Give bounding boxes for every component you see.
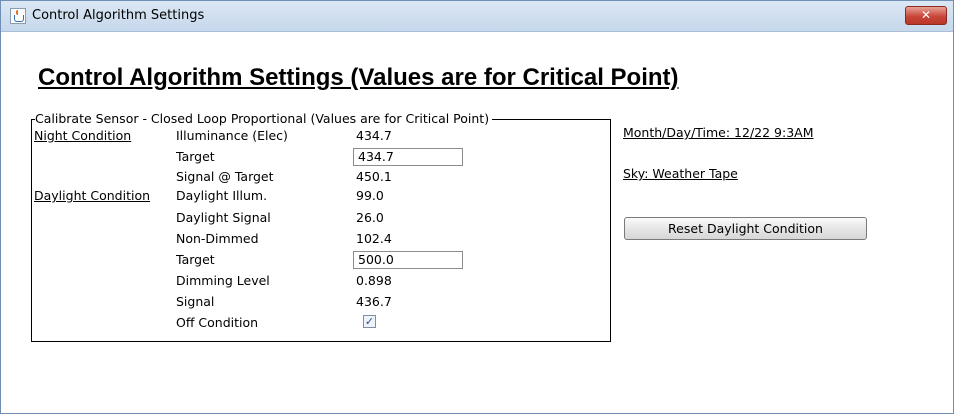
signal-value: 436.7 xyxy=(356,294,392,309)
daylight-signal-value: 26.0 xyxy=(356,210,384,225)
night-target-label: Target xyxy=(176,149,215,164)
night-condition-link[interactable]: Night Condition xyxy=(34,128,131,143)
off-condition-label: Off Condition xyxy=(176,315,259,330)
dimming-level-label: Dimming Level xyxy=(176,273,270,288)
illuminance-elec-label: Illuminance (Elec) xyxy=(176,128,288,143)
calibrate-sensor-group: Calibrate Sensor - Closed Loop Proportio… xyxy=(31,111,611,342)
night-target-input[interactable]: 434.7 xyxy=(353,148,463,166)
daylight-condition-link[interactable]: Daylight Condition xyxy=(34,188,150,203)
close-button[interactable]: ✕ xyxy=(905,6,947,25)
illuminance-elec-value: 434.7 xyxy=(356,128,392,143)
dimming-level-value: 0.898 xyxy=(356,273,392,288)
signal-label: Signal xyxy=(176,294,215,309)
window-title: Control Algorithm Settings xyxy=(32,8,205,23)
month-day-time-link[interactable]: Month/Day/Time: 12/22 9:3AM xyxy=(623,125,814,140)
non-dimmed-label: Non-Dimmed xyxy=(176,231,259,246)
sky-link[interactable]: Sky: Weather Tape xyxy=(623,166,738,181)
reset-daylight-condition-button[interactable]: Reset Daylight Condition xyxy=(624,217,867,240)
title-bar[interactable]: Control Algorithm Settings ✕ xyxy=(1,1,953,32)
non-dimmed-value: 102.4 xyxy=(356,231,392,246)
group-legend: Calibrate Sensor - Closed Loop Proportio… xyxy=(35,111,493,126)
daylight-illum-value: 99.0 xyxy=(356,188,384,203)
daylight-signal-label: Daylight Signal xyxy=(176,210,271,225)
signal-at-target-value: 450.1 xyxy=(356,169,392,184)
dialog-window: Control Algorithm Settings ✕ Control Alg… xyxy=(0,0,954,414)
off-condition-checkbox[interactable]: ✓ xyxy=(363,315,376,328)
signal-at-target-label: Signal @ Target xyxy=(176,169,274,184)
daylight-illum-label: Daylight Illum. xyxy=(176,188,268,203)
daylight-target-label: Target xyxy=(176,252,215,267)
daylight-target-input[interactable]: 500.0 xyxy=(353,251,463,269)
page-title: Control Algorithm Settings (Values are f… xyxy=(38,64,679,91)
java-app-icon xyxy=(10,8,26,24)
